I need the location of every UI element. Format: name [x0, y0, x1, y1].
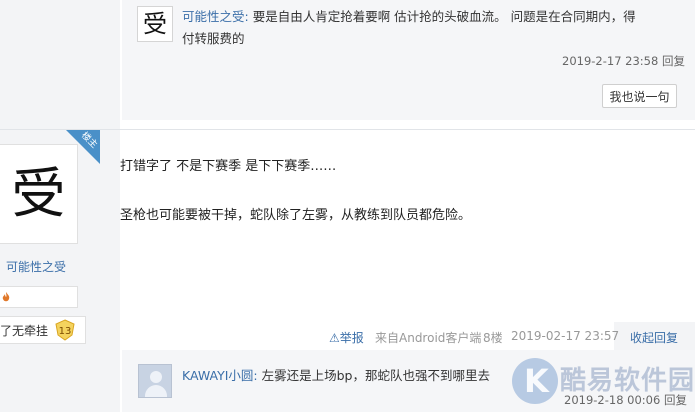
fire-icon — [0, 291, 12, 306]
post-line-2: 圣枪也可能要被干掉，蛇队除了左雾，从教练到队员都危险。 — [120, 208, 472, 223]
nested-reply-content: 左雾还是上场bp，那蛇队也强不到哪里去 — [261, 368, 490, 383]
reply-link[interactable]: 回复 — [662, 54, 685, 68]
reply-meta: 2019-2-17 23:58 回复 — [562, 53, 685, 69]
level-number: 13 — [59, 326, 72, 337]
nested-reply-text: KAWAYI小圆: 左雾还是上场bp，那蛇队也强不到哪里去 — [182, 365, 490, 387]
avatar-glyph: 受 — [143, 10, 167, 38]
site-watermark: K 酷易软件园 — [512, 356, 695, 412]
user-medal-text: 了无牵挂 — [0, 324, 49, 338]
floor-number: 8楼 — [483, 331, 503, 345]
owner-badge: 楼主 — [66, 130, 100, 164]
reply-timestamp: 2019-2-17 23:58 — [562, 54, 659, 68]
client-source: 来自Android客户端 — [375, 331, 482, 345]
left-column-top — [0, 0, 120, 130]
watermark-logo-letter: K — [524, 362, 549, 400]
nested-reply-username[interactable]: KAWAYI小圆: — [182, 368, 258, 383]
previous-reply-text: 可能性之受: 要是自由人肯定抢着要啊 估计抢的头破血流。 问题是在合同期内，得 … — [182, 6, 682, 50]
post-divider — [0, 129, 695, 130]
reply-content-line1: 要是自由人肯定抢着要啊 估计抢的头破血流。 问题是在合同期内，得 — [252, 9, 636, 24]
post-line-1: 打错字了 不是下赛季 是下下赛季…… — [120, 159, 337, 174]
reply-content-line2: 付转服费的 — [182, 31, 245, 46]
default-avatar-icon[interactable] — [138, 364, 172, 398]
reply-username[interactable]: 可能性之受: — [182, 9, 249, 24]
warning-icon: ⚠ — [329, 331, 340, 345]
watermark-text: 酷易软件园 — [560, 366, 695, 396]
level-badge-icon[interactable]: 13 — [54, 319, 76, 341]
user-name[interactable]: 可能性之受 — [6, 258, 66, 275]
report-link[interactable]: ⚠举报 — [329, 329, 364, 346]
post-timestamp: 2019-02-17 23:57 — [511, 329, 620, 343]
reply-avatar[interactable]: 受 — [137, 6, 173, 42]
avatar-glyph-large: 受 — [11, 162, 66, 225]
say-something-button[interactable]: 我也说一句 — [602, 84, 677, 108]
fold-reply-button[interactable]: 收起回复 — [630, 329, 678, 346]
